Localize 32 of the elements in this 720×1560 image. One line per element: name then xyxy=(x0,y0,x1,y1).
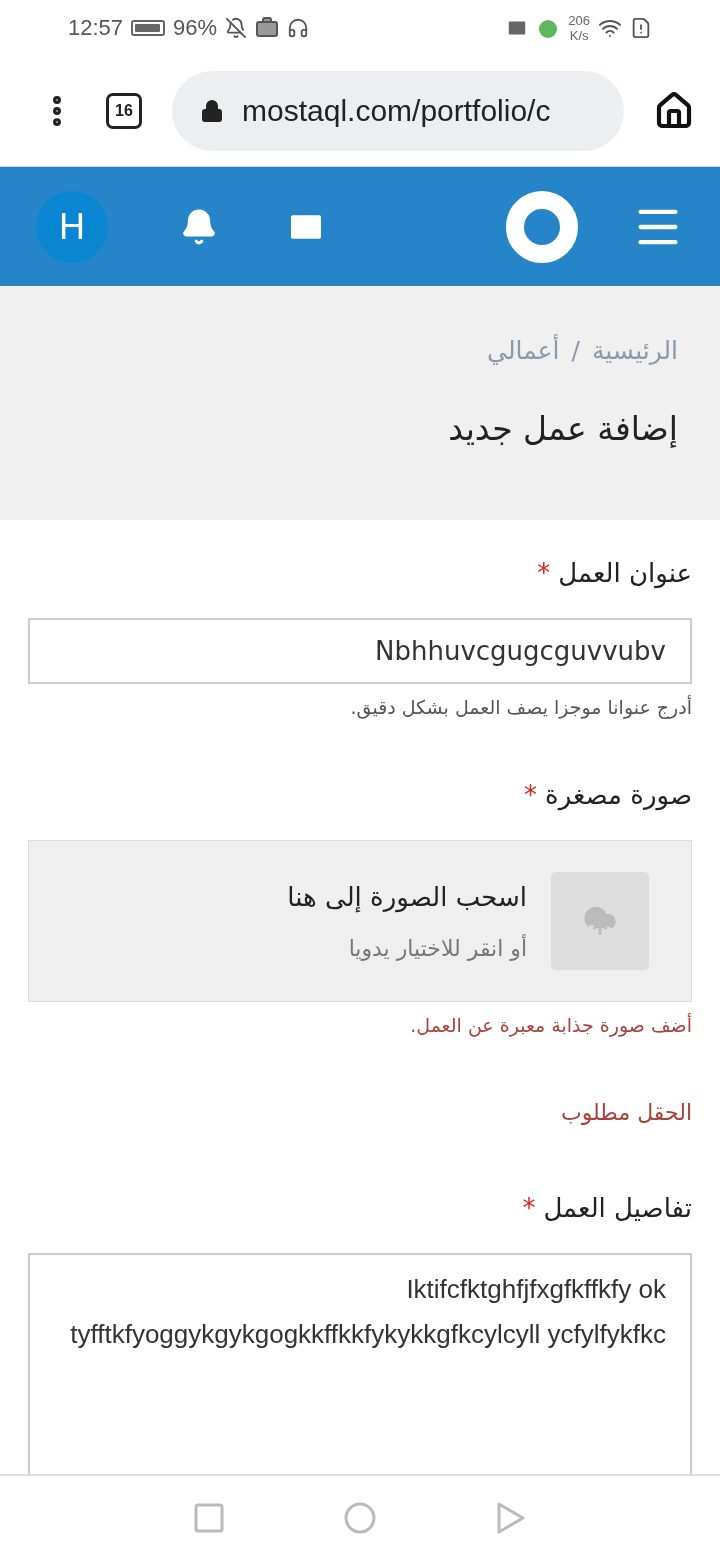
field-label: صورة مصغرة * xyxy=(523,780,692,810)
address-bar[interactable]: mostaql.com/portfolio/c xyxy=(172,70,624,151)
home-icon[interactable] xyxy=(654,90,694,131)
field-label: عنوان العمل * xyxy=(536,558,692,588)
bell-icon[interactable] xyxy=(180,207,218,246)
details-field[interactable]: Iktifcfktghfjfxgfkffkfy ok tyfftkfyoggykgykgogkkffkkfykykkgfkcylcyll ycfylfykfkc xyxy=(28,1253,692,1474)
bell-off-icon xyxy=(225,16,248,39)
image-dropzone[interactable]: اسحب الصورة إلى هنا أو انقر للاختيار يدويا xyxy=(28,840,692,1002)
field-hint: أدرج عنوانا موجزا يصف العمل بشكل دقيق. xyxy=(349,696,692,718)
headphones-icon xyxy=(287,16,310,39)
field-label: تفاصيل العمل * xyxy=(521,1193,692,1223)
required-mark: * xyxy=(524,780,538,810)
page-title: إضافة عمل جديد xyxy=(447,409,678,448)
title-field[interactable]: Nbhhuvcgugcguvvubv xyxy=(28,618,692,684)
speed-value: 206 xyxy=(568,12,590,28)
required-mark: * xyxy=(522,1193,536,1223)
battery-percent: 96% xyxy=(173,14,218,41)
briefcase-icon xyxy=(255,15,280,40)
logo-icon[interactable] xyxy=(506,190,578,263)
clock: 12:57 xyxy=(68,14,124,41)
dropzone-title: اسحب الصورة إلى هنا xyxy=(287,881,527,912)
speed-unit: K/s xyxy=(569,27,589,43)
tab-count[interactable]: 16 xyxy=(106,92,142,129)
field-hint: أضف صورة جذابة معبرة عن العمل. xyxy=(409,1014,692,1036)
breadcrumb-separator: / xyxy=(571,336,580,365)
sim-alert-icon xyxy=(630,16,652,39)
upload-icon xyxy=(551,872,649,970)
error-message: الحقل مطلوب xyxy=(560,1100,692,1125)
battery-icon xyxy=(131,19,166,36)
required-mark: * xyxy=(537,558,551,588)
avatar[interactable]: H xyxy=(36,190,108,263)
dropzone-subtitle: أو انقر للاختيار يدويا xyxy=(347,935,527,961)
